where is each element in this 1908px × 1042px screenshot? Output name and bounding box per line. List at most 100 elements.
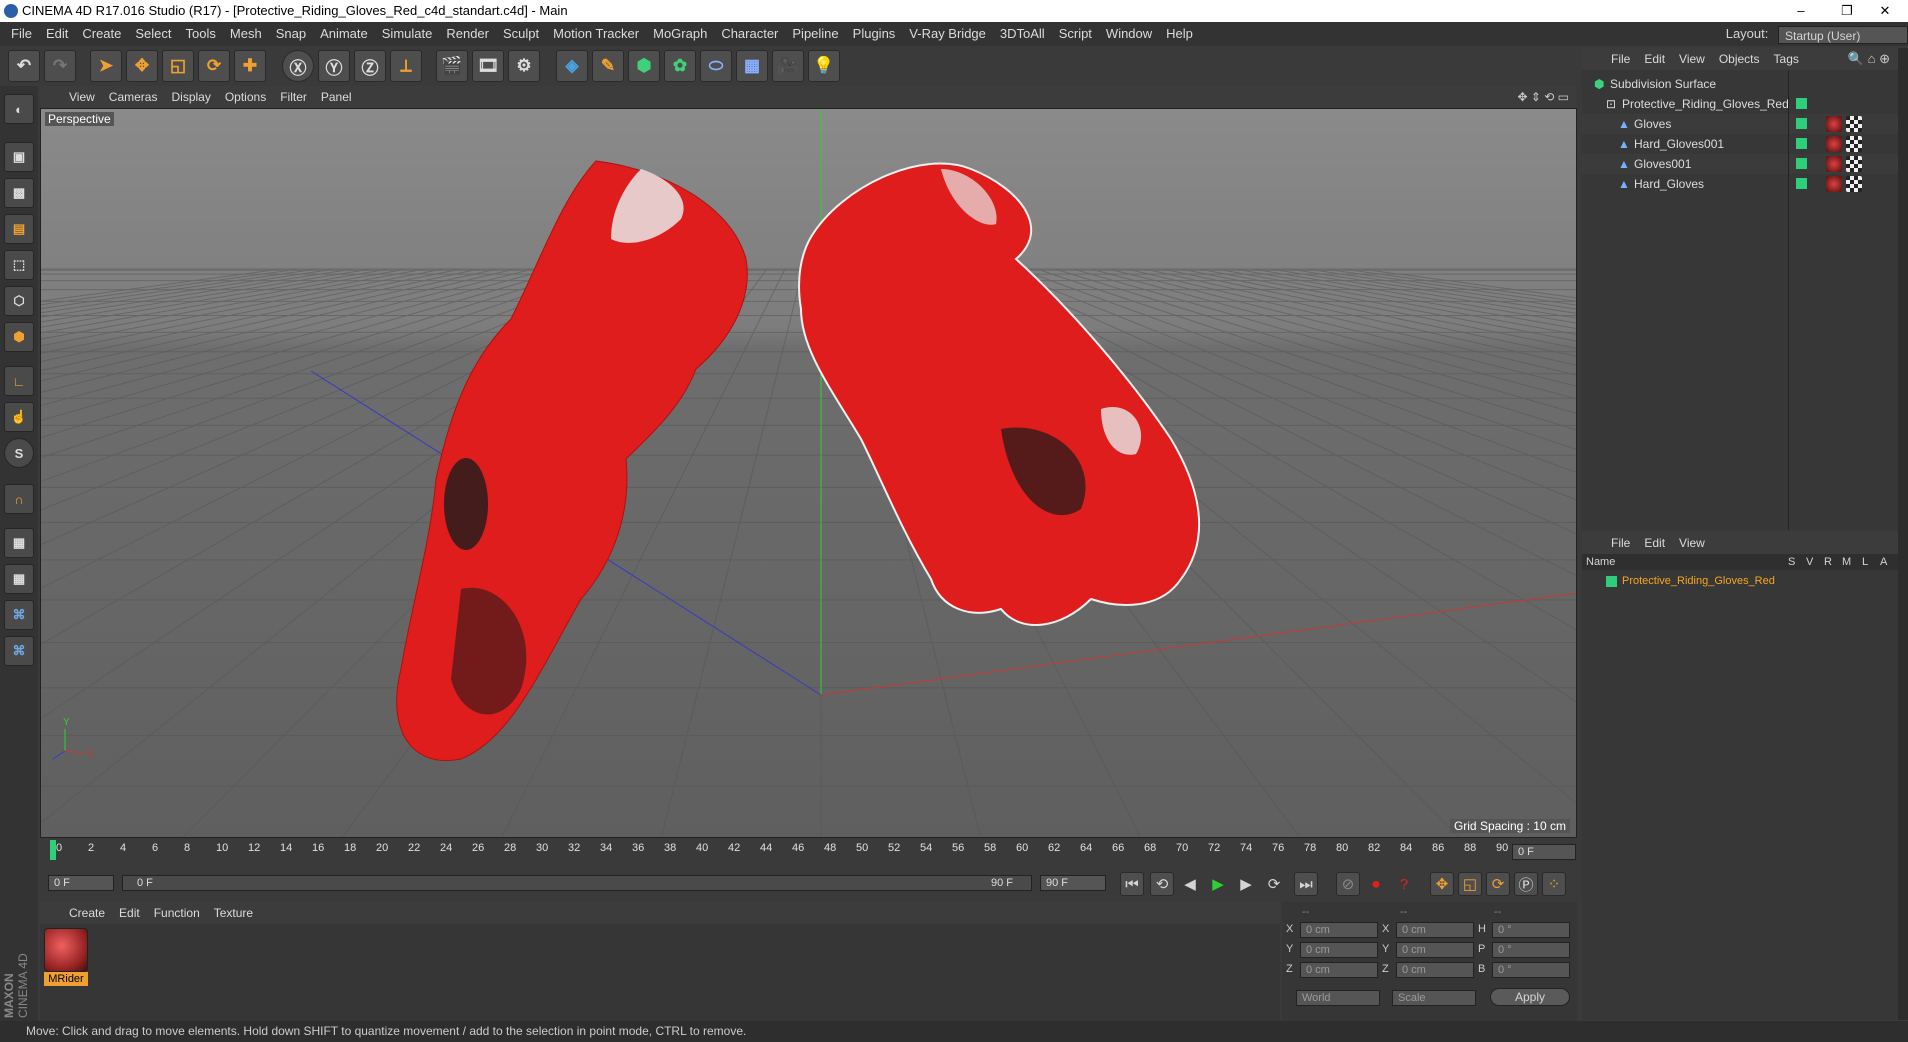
magnet-icon[interactable]: ∩ xyxy=(4,484,34,514)
coord-value-field[interactable]: 0 ° xyxy=(1492,962,1570,978)
viewport-menu-display[interactable]: Display xyxy=(164,86,217,108)
move-icon[interactable]: ✥ xyxy=(126,50,158,82)
object-name[interactable]: Hard_Gloves001 xyxy=(1634,134,1724,154)
subdivision-surface-icon[interactable]: ⬢ xyxy=(628,50,660,82)
menu-render[interactable]: Render xyxy=(439,22,496,46)
material-menu-edit[interactable]: Edit xyxy=(112,902,147,924)
viewport-menu-cameras[interactable]: Cameras xyxy=(102,86,165,108)
pen-spline-icon[interactable]: ✎ xyxy=(592,50,624,82)
layer-menu-view[interactable]: View xyxy=(1672,532,1712,554)
key-pla-icon[interactable]: ⁘ xyxy=(1542,872,1566,896)
keyframe-selection-icon[interactable]: ? xyxy=(1392,872,1416,896)
material-tag-icon[interactable] xyxy=(1826,116,1842,132)
layer-color-icon[interactable] xyxy=(1796,138,1807,149)
coord-value-field[interactable]: 0 cm xyxy=(1300,922,1378,938)
polygons-mode-icon[interactable]: ⬢ xyxy=(4,322,34,352)
left-glove-model[interactable] xyxy=(396,160,748,761)
object-row[interactable]: ▲ Gloves xyxy=(1582,114,1898,134)
texture-tag-icon[interactable] xyxy=(1846,156,1862,172)
scale-icon[interactable]: ◱ xyxy=(162,50,194,82)
tweak-mode-icon[interactable]: ☝ xyxy=(4,402,34,432)
material-menu-function[interactable]: Function xyxy=(147,902,207,924)
timeline-ruler[interactable]: 0 2 4 6 8 10 12 14 16 18 20 22 24 26 28 30 32 34 36 38 40 42 4… xyxy=(40,838,1577,866)
close-button[interactable]: ✕ xyxy=(1862,0,1908,22)
layer-color-icon[interactable] xyxy=(1796,178,1807,189)
camera-icon[interactable]: 🎥 xyxy=(772,50,804,82)
material-tag-icon[interactable] xyxy=(1826,156,1842,172)
object-row[interactable]: ⬢ Subdivision Surface xyxy=(1582,74,1898,94)
end-frame-field[interactable]: 90 F xyxy=(1040,875,1106,891)
lock-workplane-icon[interactable]: ▦ xyxy=(4,528,34,558)
axis-mode-icon[interactable]: ∟ xyxy=(4,366,34,396)
make-editable-icon[interactable]: ◐ xyxy=(4,94,34,124)
camera-label[interactable]: Perspective xyxy=(45,112,114,126)
menu-mesh[interactable]: Mesh xyxy=(223,22,269,46)
key-param-icon[interactable]: Ⓟ xyxy=(1514,872,1538,896)
autokey-icon[interactable]: ⏺ xyxy=(1364,872,1388,896)
layer-color-icon[interactable] xyxy=(1796,118,1807,129)
object-name[interactable]: Protective_Riding_Gloves_Red xyxy=(1622,94,1789,114)
start-frame-field[interactable]: 0 F xyxy=(48,875,114,891)
coord-value-field[interactable]: 0 cm xyxy=(1396,942,1474,958)
coord-value-field[interactable]: 0 cm xyxy=(1300,962,1378,978)
right-glove-model[interactable] xyxy=(798,162,1201,626)
object-menu-view[interactable]: View xyxy=(1672,48,1712,70)
viewport-nav-icons[interactable]: ✥ ⇕ ⟲ ▭ xyxy=(1517,86,1569,108)
menu-window[interactable]: Window xyxy=(1099,22,1159,46)
menu-motion-tracker[interactable]: Motion Tracker xyxy=(546,22,646,46)
object-row[interactable]: ▲ Gloves001 xyxy=(1582,154,1898,174)
menu-v-ray-bridge[interactable]: V-Ray Bridge xyxy=(902,22,993,46)
coord-mode-dropdown[interactable]: World xyxy=(1296,990,1380,1006)
current-frame-field[interactable]: 0 F xyxy=(1512,844,1576,860)
layout-selector[interactable]: Layout: Startup (User) xyxy=(1726,22,1908,46)
rotate-icon[interactable]: ⟳ xyxy=(198,50,230,82)
object-row[interactable]: ⊡ Protective_Riding_Gloves_Red xyxy=(1582,94,1898,114)
material-item[interactable]: MRider xyxy=(44,928,88,988)
viewport-3d[interactable]: Y X Perspective Grid Spacing : 10 cm xyxy=(40,108,1577,838)
coord-value-field[interactable]: 0 ° xyxy=(1492,942,1570,958)
go-to-start-icon[interactable]: ⏮ xyxy=(1120,872,1144,896)
playhead[interactable] xyxy=(50,840,56,860)
coord-scale-dropdown[interactable]: Scale xyxy=(1392,990,1476,1006)
previous-key-icon[interactable]: ⟲ xyxy=(1150,872,1174,896)
menu-3dtoall[interactable]: 3DToAll xyxy=(993,22,1052,46)
previous-frame-icon[interactable]: ◀ xyxy=(1178,872,1202,896)
object-name[interactable]: Subdivision Surface xyxy=(1610,74,1716,94)
object-name[interactable]: Gloves001 xyxy=(1634,154,1691,174)
deformer-icon[interactable]: ⬭ xyxy=(700,50,732,82)
coordinate-system-icon[interactable]: ⟂ xyxy=(390,50,422,82)
material-tag-icon[interactable] xyxy=(1826,176,1842,192)
cube-primitive-icon[interactable]: ◈ xyxy=(556,50,588,82)
layer-menu-file[interactable]: File xyxy=(1604,532,1637,554)
object-name[interactable]: Hard_Gloves xyxy=(1634,174,1704,194)
menu-pipeline[interactable]: Pipeline xyxy=(785,22,845,46)
menu-snap[interactable]: Snap xyxy=(269,22,313,46)
apply-button[interactable]: Apply xyxy=(1490,988,1570,1006)
object-search-icon[interactable]: 🔍 ⌂ ⊕ xyxy=(1848,48,1890,70)
light-bulb-icon[interactable]: 💡 xyxy=(808,50,840,82)
object-row[interactable]: ▲ Hard_Gloves xyxy=(1582,174,1898,194)
menu-help[interactable]: Help xyxy=(1159,22,1200,46)
workplane-rotate-icon[interactable]: ▦ xyxy=(4,564,34,594)
render-picture-viewer-icon[interactable]: 🎞 xyxy=(472,50,504,82)
layer-color-icon[interactable] xyxy=(1796,98,1807,109)
key-rotation-icon[interactable]: ⟳ xyxy=(1486,872,1510,896)
object-menu-objects[interactable]: Objects xyxy=(1712,48,1767,70)
layout-dropdown[interactable]: Startup (User) xyxy=(1778,25,1908,44)
render-view-icon[interactable]: 🎬 xyxy=(436,50,468,82)
cloner-icon[interactable]: ✿ xyxy=(664,50,696,82)
texture-tag-icon[interactable] xyxy=(1846,176,1862,192)
coord-value-field[interactable]: 0 cm xyxy=(1396,922,1474,938)
viewport-menu-options[interactable]: Options xyxy=(218,86,273,108)
menu-select[interactable]: Select xyxy=(128,22,178,46)
object-menu-tags[interactable]: Tags xyxy=(1767,48,1806,70)
key-scale-icon[interactable]: ◱ xyxy=(1458,872,1482,896)
z-axis-lock-icon[interactable]: Ⓩ xyxy=(354,50,386,82)
layer-color-icon[interactable] xyxy=(1796,158,1807,169)
right-panel-tabs[interactable] xyxy=(1898,48,1908,1020)
layer-row[interactable]: Protective_Riding_Gloves_Red xyxy=(1582,572,1898,590)
edges-mode-icon[interactable]: ⬡ xyxy=(4,286,34,316)
select-arrow-icon[interactable]: ➤ xyxy=(90,50,122,82)
viewport-menu-panel[interactable]: Panel xyxy=(314,86,359,108)
redo-icon[interactable]: ↷ xyxy=(44,50,76,82)
